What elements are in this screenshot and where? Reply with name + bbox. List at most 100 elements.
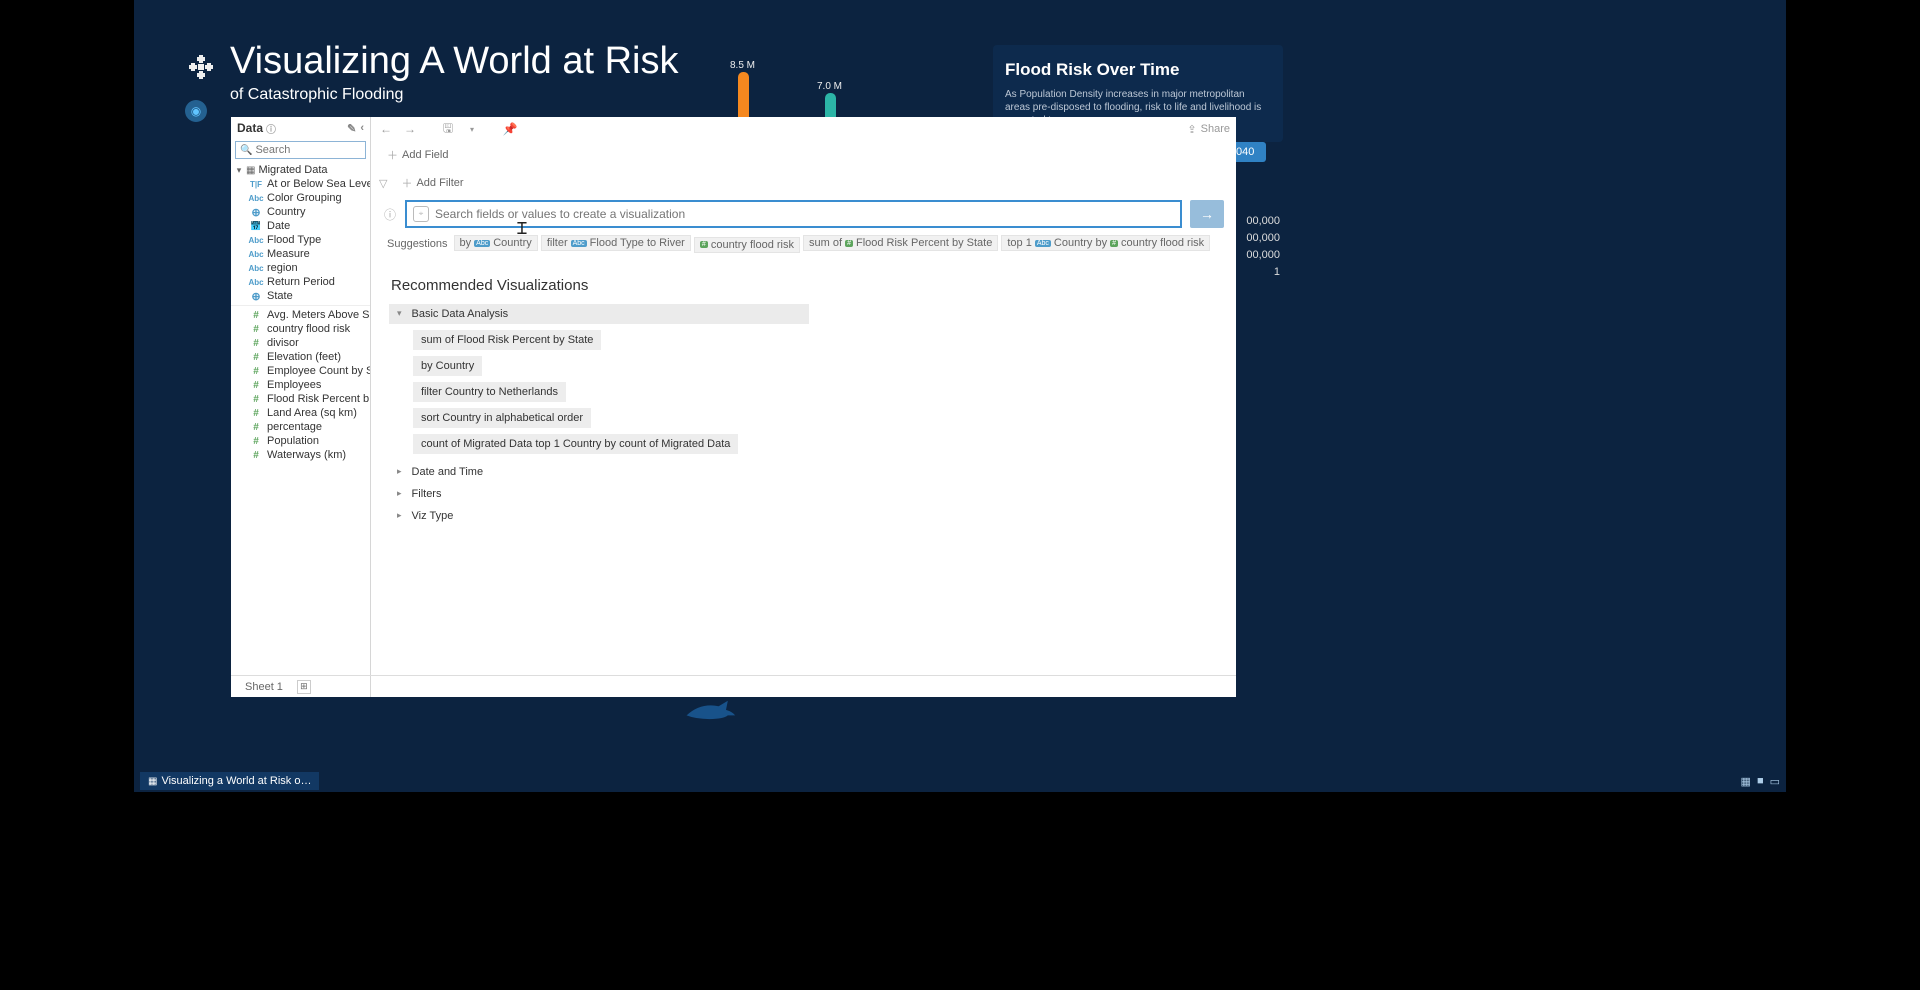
rec-item[interactable]: by Country xyxy=(413,356,482,376)
num-tag-icon: # xyxy=(700,241,708,248)
num-field-icon xyxy=(249,309,263,321)
pin-button[interactable]: 📌 xyxy=(501,120,519,138)
rec-section-date-and-time[interactable]: ▸Date and Time xyxy=(389,462,1218,482)
tf-field-icon xyxy=(249,178,263,190)
field-label: Date xyxy=(267,220,290,232)
field-return-period[interactable]: Return Period xyxy=(231,275,370,289)
rec-item[interactable]: filter Country to Netherlands xyxy=(413,382,566,402)
datasource-row[interactable]: ▾ ▦ Migrated Data xyxy=(231,163,370,177)
rec-section-basic-data-analysis[interactable]: ▾Basic Data Analysis xyxy=(389,304,809,324)
collapse-icon[interactable]: ‹ xyxy=(360,122,364,134)
nlq-search-input[interactable] xyxy=(435,207,1174,221)
field-flood-type[interactable]: Flood Type xyxy=(231,233,370,247)
abc-field-icon xyxy=(249,234,263,246)
edit-icon[interactable]: ✎ xyxy=(347,122,356,135)
field-label: region xyxy=(267,262,298,274)
save-dropdown-icon[interactable]: ▾ xyxy=(463,120,481,138)
submit-button[interactable]: → xyxy=(1190,200,1224,228)
field-percentage[interactable]: percentage xyxy=(231,420,370,434)
rec-section-filters[interactable]: ▸Filters xyxy=(389,484,1218,504)
add-filter-label: Add Filter xyxy=(416,177,463,189)
field-waterways-km-[interactable]: Waterways (km) xyxy=(231,448,370,462)
num-field-icon xyxy=(249,337,263,349)
field-country-flood-risk[interactable]: country flood risk xyxy=(231,322,370,336)
field-state[interactable]: State xyxy=(231,289,370,303)
field-country[interactable]: Country xyxy=(231,205,370,219)
field-land-area-sq-km-[interactable]: Land Area (sq km) xyxy=(231,406,370,420)
abc-field-icon xyxy=(249,262,263,274)
field-label: Return Period xyxy=(267,276,335,288)
axis-numbers: 00,000 00,000 00,000 1 xyxy=(1240,213,1280,281)
rec-item[interactable]: sort Country in alphabetical order xyxy=(413,408,591,428)
suggestions-row: Suggestions byAbcCountry filterAbcFlood … xyxy=(371,231,1236,261)
rec-section-label: Date and Time xyxy=(412,466,484,478)
save-button[interactable]: 🖫 xyxy=(439,120,457,138)
rec-item[interactable]: sum of Flood Risk Percent by State xyxy=(413,330,601,350)
back-button[interactable]: ← xyxy=(377,120,395,138)
field-flood-risk-percent-b-[interactable]: Flood Risk Percent b… xyxy=(231,392,370,406)
field-label: Flood Type xyxy=(267,234,321,246)
field-color-grouping[interactable]: Color Grouping xyxy=(231,191,370,205)
suggestion-chip[interactable]: #country flood risk xyxy=(694,237,800,253)
tableau-logo-icon xyxy=(189,55,213,79)
field-label: State xyxy=(267,290,293,302)
field-divisor[interactable]: divisor xyxy=(231,336,370,350)
tray-grid-icon[interactable]: ▦ xyxy=(1741,775,1751,788)
sheet-tab[interactable]: Sheet 1 xyxy=(245,681,283,693)
suggestion-chip[interactable]: filterAbcFlood Type to River xyxy=(541,235,691,251)
add-sheet-button[interactable]: ⊞ xyxy=(297,680,311,694)
caret-icon: ▾ xyxy=(397,308,402,319)
add-filter-button[interactable]: ＋ Add Filter xyxy=(397,173,467,193)
field-population[interactable]: Population xyxy=(231,434,370,448)
sidebar-title: Data xyxy=(237,121,263,135)
abc-field-icon xyxy=(249,276,263,288)
field-label: divisor xyxy=(267,337,299,349)
rec-item[interactable]: count of Migrated Data top 1 Country by … xyxy=(413,434,738,454)
taskbar: ▦ Visualizing a World at Risk o… ▦ ■ ▭ xyxy=(134,770,1786,792)
datasource-icon: ▦ xyxy=(246,165,255,176)
sidebar-header: Data ⓘ ✎ ‹ xyxy=(231,117,370,139)
taskbar-tab-label: Visualizing a World at Risk o… xyxy=(161,775,311,787)
forward-button[interactable]: → xyxy=(401,120,419,138)
info-icon[interactable]: ⓘ xyxy=(266,121,276,136)
suggestion-chip[interactable]: top 1AbcCountry by#country flood risk xyxy=(1001,235,1210,251)
abc-tag-icon: Abc xyxy=(571,240,587,247)
field-search[interactable]: 🔍 xyxy=(235,141,366,159)
taskbar-tab[interactable]: ▦ Visualizing a World at Risk o… xyxy=(140,772,319,790)
field-label: Land Area (sq km) xyxy=(267,407,357,419)
main-area: ← → 🖫 ▾ 📌 ⇪ Share ＋ Add Field ▽ ＋ Add Fi… xyxy=(371,117,1236,697)
tray-stop-icon[interactable]: ■ xyxy=(1757,775,1764,787)
num-field-icon xyxy=(249,323,263,335)
field-date[interactable]: Date xyxy=(231,219,370,233)
field-label: country flood risk xyxy=(267,323,350,335)
suggestion-chip[interactable]: sum of#Flood Risk Percent by State xyxy=(803,235,998,251)
field-measure[interactable]: Measure xyxy=(231,247,370,261)
rec-section-viz-type[interactable]: ▸Viz Type xyxy=(389,506,1218,526)
workbook-icon: ▦ xyxy=(148,776,157,787)
top-toolbar: ← → 🖫 ▾ 📌 ⇪ Share xyxy=(371,117,1236,141)
share-button[interactable]: ⇪ Share xyxy=(1187,123,1230,136)
field-avg-meters-above-s-[interactable]: Avg. Meters Above S… xyxy=(231,308,370,322)
bar-label-85m: 8.5 M xyxy=(730,60,755,71)
tray-present-icon[interactable]: ▭ xyxy=(1770,775,1780,788)
field-label: Avg. Meters Above S… xyxy=(267,309,370,321)
plus-icon: ＋ xyxy=(387,147,398,163)
field-search-input[interactable] xyxy=(255,144,361,156)
field-region[interactable]: region xyxy=(231,261,370,275)
caret-icon: ▾ xyxy=(235,165,243,176)
field-employees[interactable]: Employees xyxy=(231,378,370,392)
info-icon[interactable]: ⓘ xyxy=(383,206,397,223)
add-field-button[interactable]: ＋ Add Field xyxy=(383,145,452,165)
plus-icon: ＋ xyxy=(401,175,412,191)
num-field-icon xyxy=(249,435,263,447)
nlq-search-box[interactable]: ⌖ xyxy=(405,200,1182,228)
field-at-or-below-sea-level[interactable]: At or Below Sea Level xyxy=(231,177,370,191)
add-field-label: Add Field xyxy=(402,149,448,161)
suggestion-chip[interactable]: byAbcCountry xyxy=(454,235,538,251)
shark-silhouette-icon xyxy=(682,695,737,723)
field-label: Flood Risk Percent b… xyxy=(267,393,370,405)
field-employee-count-by-s-[interactable]: Employee Count by S… xyxy=(231,364,370,378)
field-elevation-feet-[interactable]: Elevation (feet) xyxy=(231,350,370,364)
bar-label-70m: 7.0 M xyxy=(817,81,842,92)
bar-85m xyxy=(738,72,749,117)
